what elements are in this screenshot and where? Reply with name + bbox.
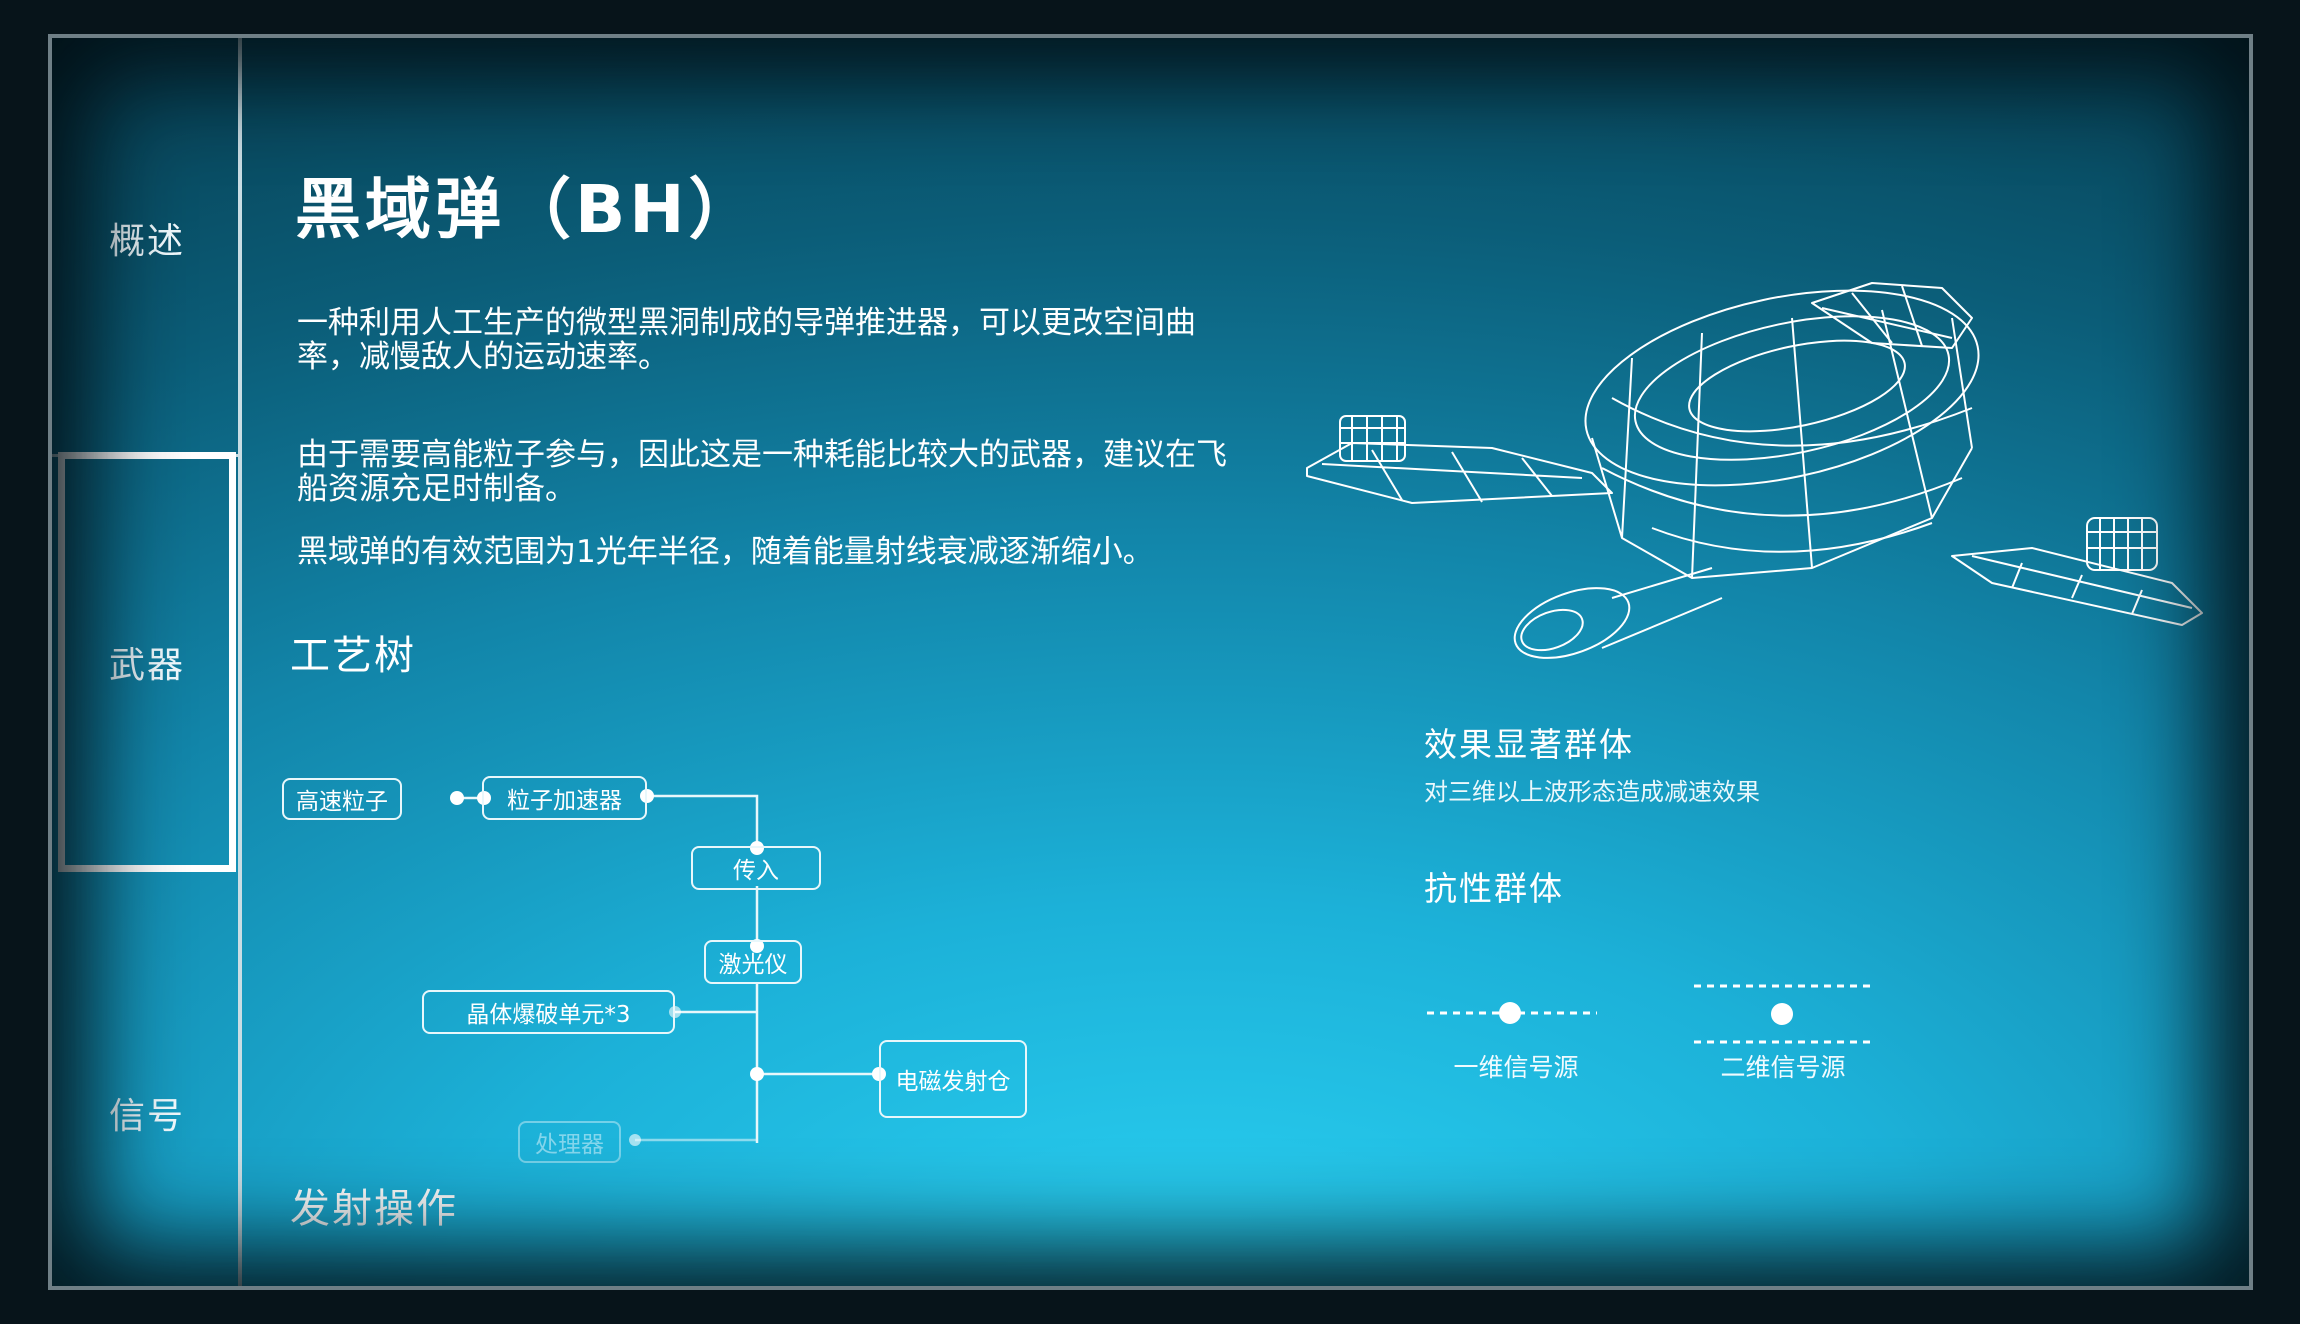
left-engine-pod-mesh [1340,416,1405,461]
two-dimension-signal-icon [1694,984,1872,1044]
description-paragraph: 由于需要高能粒子参与，因此这是一种耗能比较大的武器，建议在飞船资源充足时制备。 [297,437,1227,507]
codex-panel: 概述 武器 信号 黑域弹（BH） 一种利用人工生产的微型黑洞制成的导弹推进器，可… [48,34,2253,1290]
craft-node-laser[interactable]: 激光仪 [704,940,802,984]
left-engine-pod [1339,415,1406,462]
hull-ribs [1591,309,1973,579]
sidebar-item-signal[interactable]: 信号 [58,1063,236,1163]
weapon-wireframe-model [1306,282,2203,659]
craft-node-particle-accelerator[interactable]: 粒子加速器 [482,776,647,820]
sidebar-item-label: 武器 [108,645,185,686]
resistant-group-title: 抗性群体 [1424,869,1564,908]
connector-dot [629,1134,641,1146]
craft-node-label: 粒子加速器 [507,788,622,814]
craft-node-label: 传入 [733,858,779,884]
craft-node-label: 激光仪 [718,952,788,978]
one-dimension-signal-label: 一维信号源 [1453,1053,1579,1082]
effective-group-description: 对三维以上波形态造成减速效果 [1424,778,1760,806]
right-engine-pod [2086,517,2158,571]
page-title: 黑域弹（BH） [295,171,759,248]
effective-group-title: 效果显著群体 [1424,725,1634,764]
craft-node-label: 晶体爆破单元*3 [466,1002,631,1028]
hull-outer-ring [1584,289,1980,487]
connector-dot [750,1067,764,1081]
craft-node-label: 电磁发射仓 [895,1069,1011,1095]
craft-node-processor[interactable]: 处理器 [518,1121,621,1163]
rear-thruster-nozzle [1520,608,1584,652]
craft-node-em-launch-bay[interactable]: 电磁发射仓 [879,1040,1027,1118]
description-paragraph: 一种利用人工生产的微型黑洞制成的导弹推进器，可以更改空间曲率，减慢敌人的运动速率… [297,305,1196,375]
craft-node-input[interactable]: 传入 [691,846,821,890]
rear-thruster [1513,587,1631,659]
sidebar-item-overview[interactable]: 概述 [58,188,236,288]
description-paragraph: 黑域弹的有效范围为1光年半径，随着能量射线衰减逐渐缩小。 [297,534,1154,570]
signal-legend [1427,984,1872,1044]
craft-node-high-speed-particle[interactable]: 高速粒子 [282,778,402,820]
two-dimension-signal-label: 二维信号源 [1720,1053,1846,1082]
craft-node-label: 处理器 [535,1132,604,1158]
craft-tree-heading: 工艺树 [290,633,416,679]
sidebar-item-label: 信号 [108,1096,185,1137]
launch-operation-heading: 发射操作 [290,1186,458,1232]
category-sidebar: 概述 武器 信号 [52,38,242,1286]
connector-line [647,794,759,848]
craft-tree: 高速粒子 粒子加速器 传入 激光仪 晶体爆破单元*3 电磁发射仓 处理器 [282,738,1082,1163]
thruster-connector [1601,567,1723,649]
sidebar-item-label: 概述 [108,221,185,262]
left-wing-struts [1321,449,1583,503]
sidebar-item-weapon[interactable]: 武器 [58,452,236,872]
one-dimension-signal-icon [1427,1002,1597,1024]
craft-node-label: 高速粒子 [296,789,388,815]
right-engine-pod-mesh [2087,518,2157,570]
craft-node-crystal-blast-unit[interactable]: 晶体爆破单元*3 [422,990,675,1034]
connector-dot [450,791,464,805]
hull-latitude-lines [1601,397,1973,553]
